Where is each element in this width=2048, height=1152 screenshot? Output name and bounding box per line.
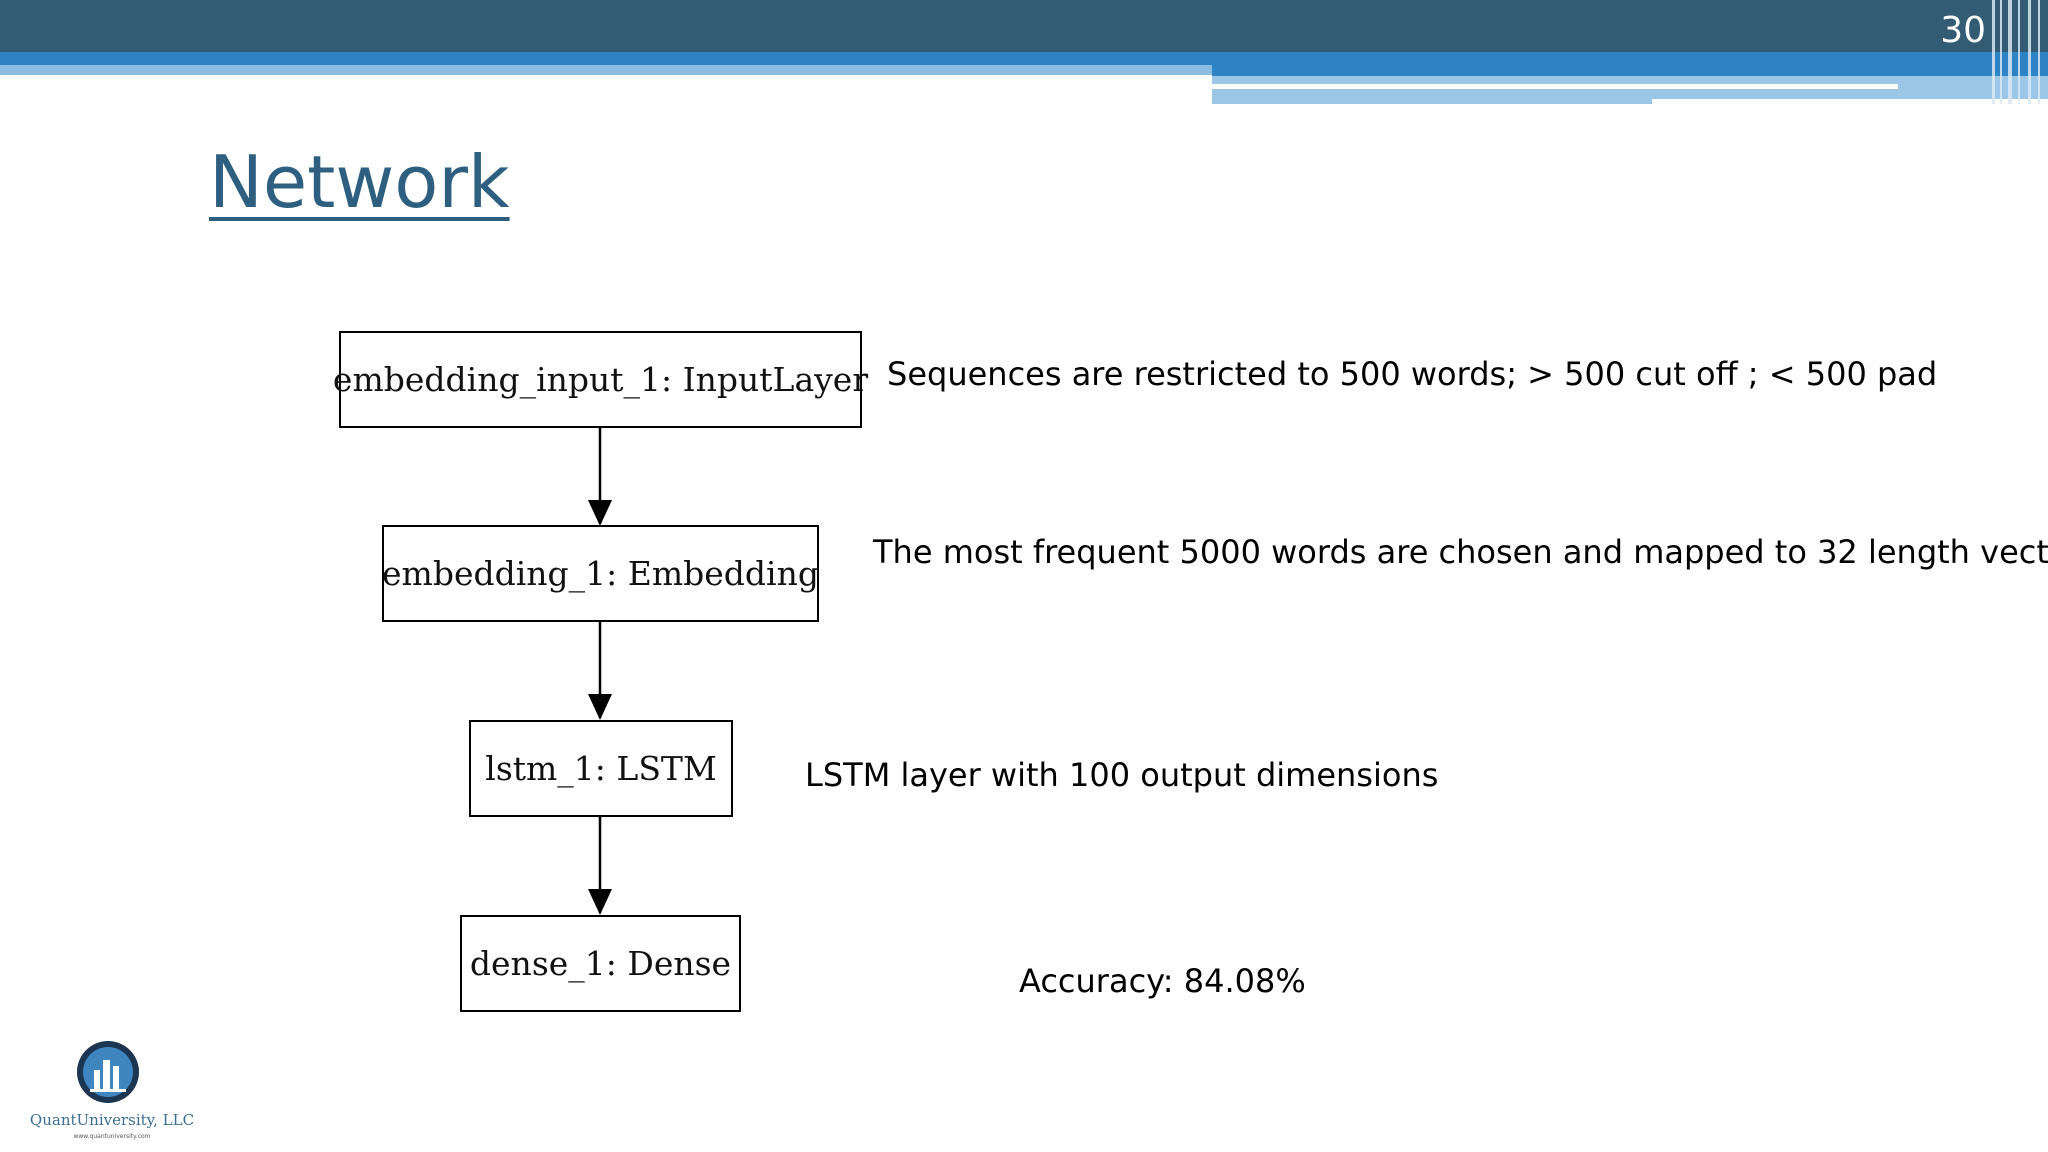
arrowhead-embedding-lstm [588,694,612,720]
node-embedding: embedding_1: Embedding [382,525,819,622]
annotation-input: Sequences are restricted to 500 words; >… [887,355,1938,393]
arrowhead-input-embedding [588,500,612,526]
logo-company-name: QuantUniversity, LLC [29,1111,195,1129]
annotation-lstm: LSTM layer with 100 output dimensions [805,756,1439,794]
arrowhead-lstm-dense [588,889,612,915]
company-logo: QuantUniversity, LLC www.quantuniversity… [24,1036,200,1146]
node-lstm: lstm_1: LSTM [469,720,733,817]
node-dense: dense_1: Dense [460,915,741,1012]
accuracy-text: Accuracy: 84.08% [1019,962,1306,1000]
logo-website: www.quantuniversity.com [73,1133,151,1140]
annotation-embedding: The most frequent 5000 words are chosen … [873,533,2048,571]
node-input-layer: embedding_input_1: InputLayer [333,331,868,428]
logo-emblem-icon [77,1041,139,1103]
